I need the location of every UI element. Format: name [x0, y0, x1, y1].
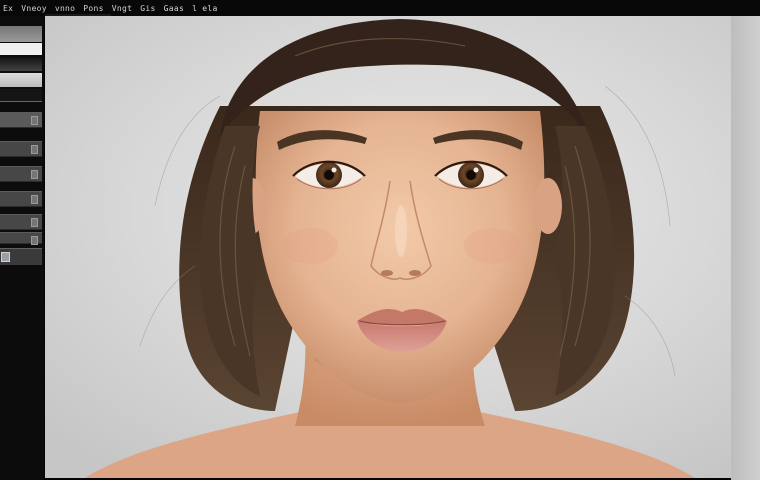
layer-icon[interactable] — [1, 252, 10, 262]
right-nostril — [409, 270, 421, 276]
left-nostril — [381, 270, 393, 276]
menu-item-gaas[interactable]: Gaas — [164, 4, 184, 13]
swatch-black[interactable] — [0, 89, 42, 102]
right-ear — [534, 178, 562, 234]
menu-item-help[interactable]: l ela — [192, 4, 218, 13]
slider-handle[interactable] — [31, 236, 38, 245]
menu-bar: Ex Vneoy vnno Pons Vngt Gis Gaas l ela — [0, 0, 760, 16]
slider-handle[interactable] — [31, 170, 38, 179]
slider-row-3[interactable] — [0, 166, 42, 182]
image-canvas[interactable] — [45, 16, 731, 478]
left-cheek — [282, 228, 338, 264]
swatch-gray[interactable] — [0, 26, 42, 42]
menu-item-view[interactable]: Vneoy — [21, 4, 47, 13]
slider-row-5[interactable] — [0, 214, 42, 230]
right-cheek — [464, 228, 520, 264]
menu-item-pose[interactable]: Pons — [83, 4, 103, 13]
slider-row-4[interactable] — [0, 191, 42, 207]
menu-item-file[interactable]: Ex — [3, 4, 13, 13]
slider-handle[interactable] — [31, 195, 38, 204]
menu-item-edit[interactable]: vnno — [55, 4, 75, 13]
swatch-dark[interactable] — [0, 57, 42, 71]
menu-item-gis[interactable]: Gis — [140, 4, 155, 13]
canvas-right-edge — [731, 16, 760, 480]
swatch-light[interactable] — [0, 73, 42, 87]
panel-footer — [0, 248, 42, 265]
slider-row-6[interactable] — [0, 232, 42, 245]
left-tool-panel — [0, 16, 44, 480]
swatch-white[interactable] — [0, 43, 42, 55]
slider-handle[interactable] — [31, 218, 38, 227]
slider-handle[interactable] — [31, 145, 38, 154]
portrait-image — [85, 19, 695, 478]
slider-row-2[interactable] — [0, 141, 42, 157]
slider-handle[interactable] — [31, 116, 38, 125]
nose-highlight — [395, 205, 407, 257]
slider-row-1[interactable] — [0, 112, 42, 128]
menu-item-tools[interactable]: Vngt — [112, 4, 132, 13]
